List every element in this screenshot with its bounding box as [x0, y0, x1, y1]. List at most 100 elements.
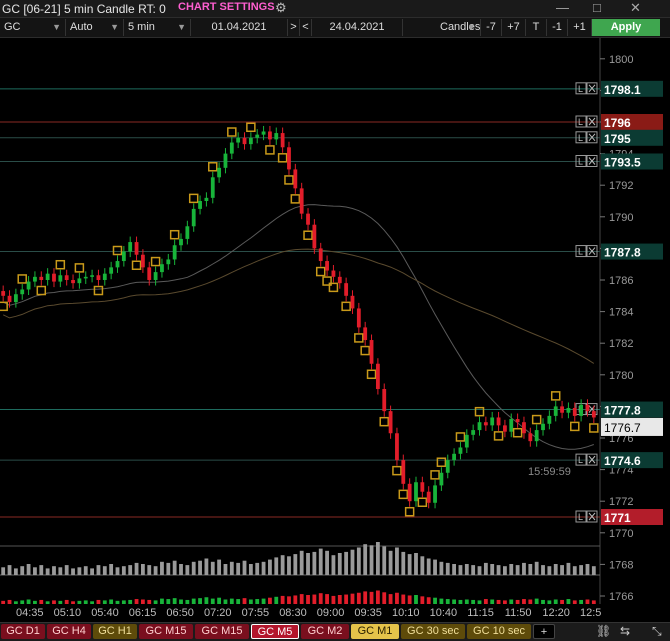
- volume-bar: [229, 561, 234, 575]
- delta-bar: [426, 597, 431, 604]
- delta-bar: [420, 596, 425, 604]
- candle: [45, 268, 50, 286]
- time-axis-label: 11:15: [467, 607, 494, 619]
- candle: [277, 127, 288, 163]
- candle-body: [312, 224, 317, 249]
- volume-bar: [369, 545, 374, 575]
- signal-box: [417, 497, 428, 507]
- candle: [445, 454, 450, 479]
- left-right-arrows-icon[interactable]: ⇆: [620, 624, 630, 638]
- candle-body: [515, 419, 520, 423]
- candle: [375, 358, 380, 395]
- gear-icon[interactable]: ⚙: [275, 0, 287, 16]
- volume-bar: [172, 560, 177, 575]
- candle-body: [223, 153, 228, 168]
- end-date-field[interactable]: 24.04.2021: [312, 19, 403, 36]
- candle-body: [477, 422, 482, 431]
- time-axis-label: 10:10: [392, 607, 420, 619]
- volume-bar: [496, 565, 501, 575]
- time-axis-label: 11:50: [505, 607, 532, 619]
- price-level-label: 1793.5: [604, 156, 641, 170]
- candle: [112, 245, 123, 273]
- candlestick-chart[interactable]: 1800179817961794179217901788178617841782…: [0, 38, 670, 604]
- signal-box: [74, 263, 85, 273]
- minimize-icon[interactable]: —: [556, 0, 569, 15]
- tab--[interactable]: +: [533, 624, 555, 639]
- candle: [503, 419, 507, 438]
- candle-body: [572, 407, 577, 416]
- resize-icon[interactable]: ⤡: [652, 624, 662, 639]
- candle: [341, 277, 351, 312]
- candle: [493, 411, 504, 441]
- tab-gc-m15[interactable]: GC M15: [139, 624, 193, 639]
- tab-gc-10-sec[interactable]: GC 10 sec: [467, 624, 531, 639]
- candle: [430, 470, 440, 509]
- signal-box: [93, 285, 104, 296]
- volume-bar: [210, 561, 215, 575]
- interval-select[interactable]: 5 min ▼: [124, 19, 191, 36]
- tab-gc-h1[interactable]: GC H1: [93, 624, 137, 639]
- signal-box: [227, 127, 237, 137]
- candle-body: [268, 131, 272, 140]
- candle: [128, 236, 133, 258]
- tab-gc-m5[interactable]: GC M5: [251, 624, 299, 639]
- candle-body: [388, 411, 393, 434]
- link-icon[interactable]: ⛓: [596, 624, 611, 638]
- candle: [227, 127, 237, 160]
- price-tick-label: 1782: [609, 338, 633, 350]
- tab-gc-d1[interactable]: GC D1: [1, 624, 45, 639]
- delta-bar: [375, 590, 380, 604]
- delta-bar: [363, 591, 368, 604]
- volume-bar: [115, 567, 120, 575]
- nav-forward-button[interactable]: >: [288, 19, 300, 36]
- price-tick-label: 1772: [609, 496, 633, 508]
- volume-bar: [331, 555, 336, 575]
- delta-bar: [395, 592, 399, 604]
- candle: [464, 429, 469, 454]
- candle: [550, 391, 561, 422]
- minus7-button[interactable]: -7: [481, 19, 502, 36]
- candle: [426, 486, 431, 509]
- volume-bar: [217, 559, 222, 575]
- tab-gc-m15[interactable]: GC M15: [195, 624, 249, 639]
- candle: [160, 258, 164, 278]
- candle-body: [528, 433, 533, 442]
- chart-area[interactable]: 1800179817961794179217901788178617841782…: [0, 38, 670, 604]
- chart-type-select[interactable]: Candles ▼: [403, 19, 481, 36]
- candle: [522, 416, 526, 439]
- volume-bar: [198, 560, 202, 575]
- candle: [366, 334, 377, 380]
- plus1-button[interactable]: +1: [568, 19, 592, 36]
- candle: [579, 399, 584, 422]
- candle: [150, 256, 161, 286]
- nav-back-button[interactable]: <: [300, 19, 312, 36]
- chevron-down-icon: ▼: [110, 22, 119, 32]
- t-button[interactable]: T: [526, 19, 547, 36]
- tab-gc-30-sec[interactable]: GC 30 sec: [401, 624, 465, 639]
- candle-body: [166, 259, 171, 265]
- symbol-select[interactable]: GC ▼: [0, 19, 66, 36]
- tab-gc-m2[interactable]: GC M2: [301, 624, 349, 639]
- chart-settings-button[interactable]: CHART SETTINGS: [178, 1, 275, 13]
- apply-button[interactable]: Apply: [592, 19, 660, 36]
- close-icon[interactable]: ✕: [630, 0, 641, 16]
- window-title: GC [06-21] 5 min Candle RT: 0: [2, 2, 166, 16]
- candle-body: [414, 482, 418, 502]
- moving-average-slow: [2, 248, 595, 364]
- scale-select[interactable]: Auto ▼: [66, 19, 124, 36]
- plus7-button[interactable]: +7: [502, 19, 526, 36]
- candle: [242, 132, 247, 150]
- tab-gc-h4[interactable]: GC H4: [47, 624, 91, 639]
- minus1-button[interactable]: -1: [547, 19, 568, 36]
- candle-body: [71, 280, 75, 284]
- candle-body: [172, 245, 177, 260]
- tab-gc-m1[interactable]: GC M1: [351, 624, 399, 639]
- delta-bar: [331, 595, 336, 604]
- candle-body: [1, 291, 6, 296]
- start-date-field[interactable]: 01.04.2021: [191, 19, 288, 36]
- volume-bar: [541, 565, 545, 575]
- maximize-icon[interactable]: □: [593, 0, 601, 15]
- volume-bar: [102, 566, 107, 575]
- candle: [414, 476, 418, 507]
- candle-body: [109, 267, 114, 274]
